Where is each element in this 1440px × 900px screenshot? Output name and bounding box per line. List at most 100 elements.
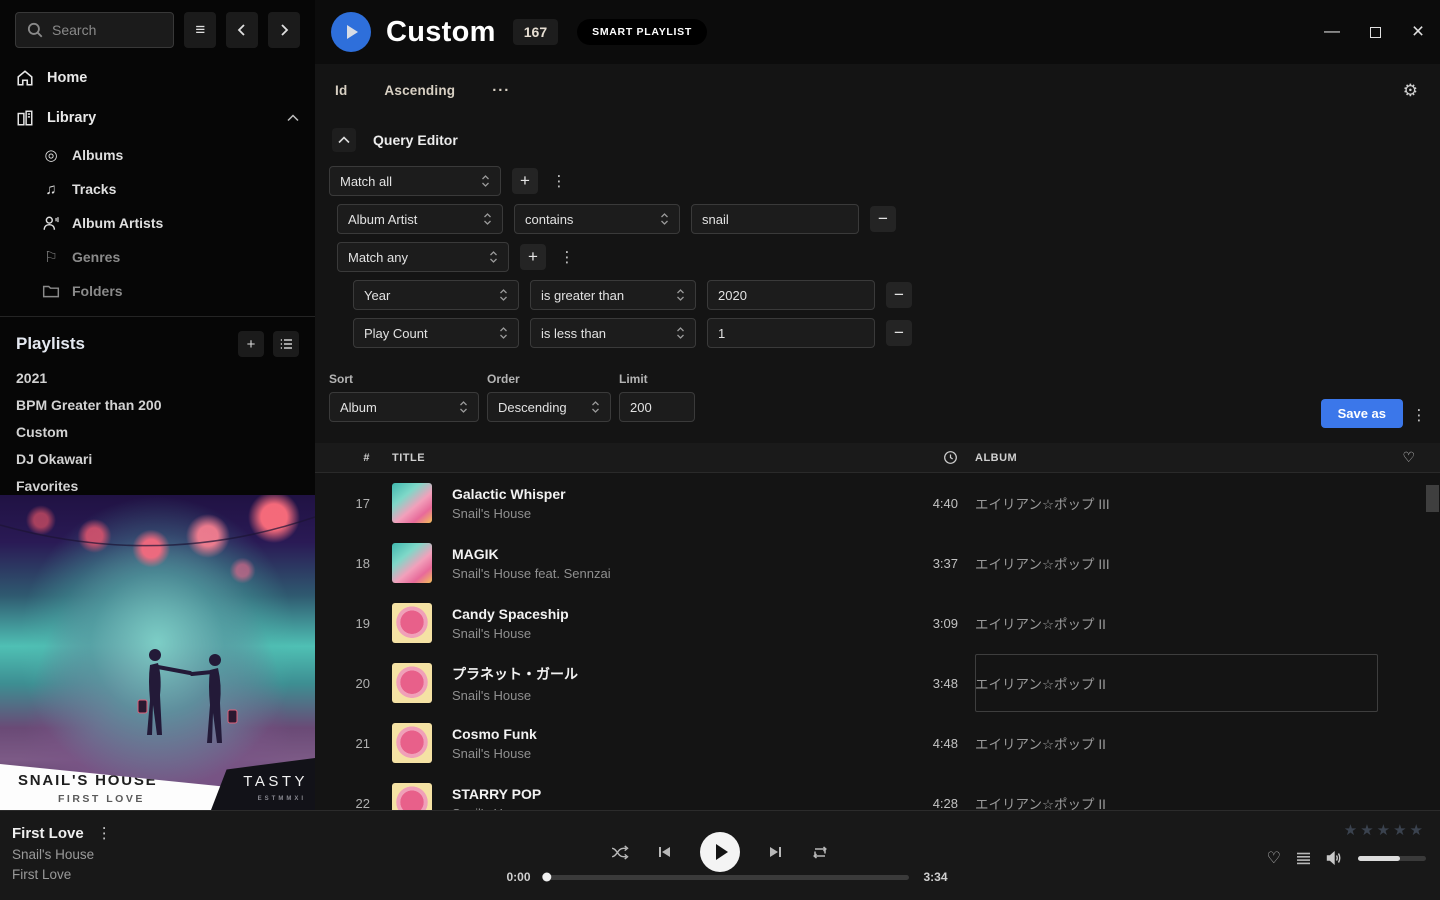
now-playing-album[interactable]: First Love — [12, 867, 112, 882]
close-button[interactable]: × — [1410, 24, 1426, 40]
track-artist[interactable]: Snail's House — [452, 506, 566, 521]
favorite-button[interactable]: ♡ — [1267, 848, 1281, 868]
maximize-button[interactable] — [1367, 24, 1383, 40]
playlist-item[interactable]: 2021 — [0, 365, 315, 392]
seek-knob[interactable] — [542, 873, 551, 882]
search-box[interactable] — [15, 12, 174, 48]
remove-rule-button[interactable]: − — [870, 206, 896, 232]
playlist-item[interactable]: BPM Greater than 200 — [0, 392, 315, 419]
play-playlist-button[interactable] — [331, 12, 371, 52]
sidebar-item-genres[interactable]: ⚐ Genres — [0, 240, 315, 274]
star-icon[interactable]: ★ — [1377, 822, 1393, 839]
playlist-item[interactable]: Custom — [0, 419, 315, 446]
sort-field-control[interactable]: Id — [335, 83, 347, 98]
add-rule-button[interactable]: + — [512, 168, 538, 194]
rule-operator-select[interactable]: is less than — [530, 318, 696, 348]
save-as-button[interactable]: Save as — [1321, 399, 1403, 428]
query-order-select[interactable]: Descending — [487, 392, 611, 422]
playlist-item[interactable]: DJ Okawari — [0, 446, 315, 473]
scrollbar-thumb[interactable] — [1426, 485, 1439, 512]
query-sort-select[interactable]: Album — [329, 392, 479, 422]
track-album[interactable]: エイリアン☆ポップ III — [958, 553, 1378, 573]
rating-stars[interactable]: ★★★★★ — [1266, 821, 1426, 839]
column-header-title[interactable]: TITLE — [370, 452, 898, 464]
table-row[interactable]: 17 Galactic WhisperSnail's House 4:40 エイ… — [315, 473, 1440, 533]
column-header-number[interactable]: # — [315, 452, 370, 464]
rule-value-input[interactable] — [691, 204, 859, 234]
track-artist[interactable]: Snail's House — [452, 626, 569, 641]
column-header-duration[interactable] — [898, 450, 958, 465]
previous-button[interactable] — [655, 842, 675, 862]
track-artist[interactable]: Snail's House feat. Sennzai — [452, 566, 611, 581]
sidebar-item-tracks[interactable]: ♫ Tracks — [0, 172, 315, 206]
track-artist[interactable]: Snail's House — [452, 688, 578, 703]
elapsed-time: 0:00 — [497, 870, 531, 884]
track-album[interactable]: エイリアン☆ポップ II — [958, 733, 1378, 753]
now-playing-title[interactable]: First Love — [12, 825, 84, 842]
back-button[interactable] — [226, 12, 258, 48]
track-artist[interactable]: Snail's House — [452, 746, 537, 761]
match-type-select[interactable]: Match all — [329, 166, 501, 196]
seek-bar[interactable] — [545, 875, 910, 880]
gear-icon[interactable]: ⚙ — [1403, 81, 1418, 101]
menu-button[interactable]: ≡ — [184, 12, 216, 48]
remove-rule-button[interactable]: − — [886, 282, 912, 308]
shuffle-button[interactable] — [610, 842, 630, 862]
star-icon[interactable]: ★ — [1360, 822, 1376, 839]
match-type-select[interactable]: Match any — [337, 242, 509, 272]
heart-icon: ♡ — [1267, 848, 1281, 868]
clock-icon — [943, 450, 958, 465]
rule-field-select[interactable]: Album Artist — [337, 204, 503, 234]
table-row[interactable]: 21 Cosmo FunkSnail's House 4:48 エイリアン☆ポッ… — [315, 713, 1440, 773]
next-button[interactable] — [765, 842, 785, 862]
kebab-icon: ⋮ — [552, 172, 567, 190]
repeat-button[interactable] — [810, 842, 830, 862]
table-row[interactable]: 19 Candy SpaceshipSnail's House 3:09 エイリ… — [315, 593, 1440, 653]
now-playing-album-art[interactable]: SNAIL'S HOUSE FIRST LOVE TASTY ESTMMXI — [0, 495, 315, 810]
save-options-button[interactable]: ⋮ — [1409, 406, 1429, 424]
rule-field-select[interactable]: Year — [353, 280, 519, 310]
play-icon — [716, 844, 728, 860]
volume-button[interactable] — [1326, 851, 1343, 865]
rule-operator-select[interactable]: contains — [514, 204, 680, 234]
remove-rule-button[interactable]: − — [886, 320, 912, 346]
sidebar-item-album-artists[interactable]: Album Artists — [0, 206, 315, 240]
star-icon[interactable]: ★ — [1393, 822, 1409, 839]
star-icon[interactable]: ★ — [1410, 822, 1426, 839]
group-options-button[interactable]: ⋮ — [549, 172, 569, 190]
collapse-query-editor-button[interactable] — [332, 128, 356, 152]
rule-operator-select[interactable]: is greater than — [530, 280, 696, 310]
now-playing-options-button[interactable]: ⋮ — [97, 824, 112, 842]
forward-button[interactable] — [268, 12, 300, 48]
sidebar-item-folders[interactable]: Folders — [0, 274, 315, 308]
queue-button[interactable] — [1296, 852, 1311, 865]
chevron-up-icon[interactable] — [287, 114, 299, 122]
limit-input[interactable] — [619, 392, 695, 422]
rule-field-select[interactable]: Play Count — [353, 318, 519, 348]
sidebar-item-library[interactable]: Library — [0, 98, 315, 138]
track-album-focused-cell[interactable]: エイリアン☆ポップ II — [958, 654, 1378, 712]
minimize-button[interactable]: — — [1324, 24, 1340, 40]
track-album[interactable]: エイリアン☆ポップ III — [958, 493, 1378, 513]
table-row[interactable]: 20 プラネット・ガールSnail's House 3:48 エイリアン☆ポップ… — [315, 653, 1440, 713]
track-duration: 3:09 — [898, 616, 958, 631]
group-options-button[interactable]: ⋮ — [557, 248, 577, 266]
track-album[interactable]: エイリアン☆ポップ II — [958, 613, 1378, 633]
table-row[interactable]: 18 MAGIKSnail's House feat. Sennzai 3:37… — [315, 533, 1440, 593]
playlist-list-button[interactable] — [273, 331, 299, 357]
more-options-button[interactable]: ··· — [492, 82, 510, 99]
rule-value-input[interactable] — [707, 318, 875, 348]
sidebar-item-home[interactable]: Home — [0, 58, 315, 98]
column-header-favorite[interactable]: ♡ — [1378, 449, 1440, 466]
add-playlist-button[interactable]: + — [238, 331, 264, 357]
volume-slider[interactable] — [1358, 856, 1426, 861]
sidebar-item-albums[interactable]: ◎ Albums — [0, 138, 315, 172]
star-icon[interactable]: ★ — [1344, 822, 1360, 839]
search-input[interactable] — [52, 22, 162, 38]
now-playing-artist[interactable]: Snail's House — [12, 847, 112, 862]
rule-value-input[interactable] — [707, 280, 875, 310]
sort-order-control[interactable]: Ascending — [384, 83, 455, 98]
play-pause-button[interactable] — [700, 832, 740, 872]
add-rule-button[interactable]: + — [520, 244, 546, 270]
column-header-album[interactable]: ALBUM — [958, 452, 1378, 464]
